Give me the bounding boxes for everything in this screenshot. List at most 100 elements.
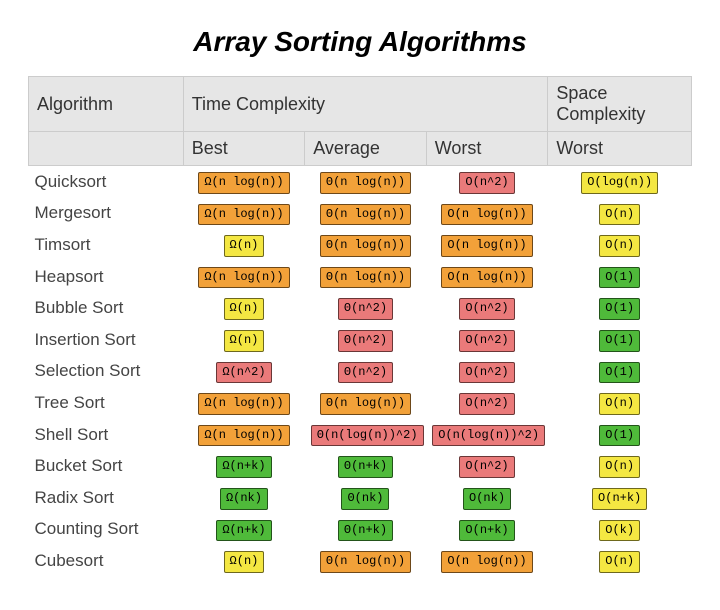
best-cell: Ω(n+k) [183,514,305,546]
avg-cell: Θ(n log(n)) [305,166,427,198]
col-header-average: Average [305,132,427,166]
complexity-chip: Θ(n(log(n))^2) [311,425,424,447]
algorithm-name: Radix Sort [29,482,184,514]
algorithm-name: Cubesort [29,545,184,577]
best-cell: Ω(n) [183,324,305,356]
worst-cell: O(n+k) [426,514,548,546]
complexity-chip: Ω(n) [224,235,265,257]
col-header-space-worst: Worst [548,132,692,166]
col-header-algorithm: Algorithm [29,77,184,132]
space-cell: O(1) [548,292,692,324]
complexity-chip: Θ(n log(n)) [320,204,411,226]
col-header-worst: Worst [426,132,548,166]
table-row: QuicksortΩ(n log(n))Θ(n log(n))O(n^2)O(l… [29,166,692,198]
algorithm-name: Insertion Sort [29,324,184,356]
algorithm-name: Bubble Sort [29,292,184,324]
best-cell: Ω(n) [183,292,305,324]
complexity-chip: Ω(n log(n)) [198,267,289,289]
complexity-table: Algorithm Time Complexity Space Complexi… [28,76,692,577]
table-row: Radix SortΩ(nk)Θ(nk)O(nk)O(n+k) [29,482,692,514]
space-cell: O(n+k) [548,482,692,514]
worst-cell: O(n log(n)) [426,545,548,577]
complexity-chip: Θ(n log(n)) [320,172,411,194]
best-cell: Ω(n log(n)) [183,419,305,451]
table-row: MergesortΩ(n log(n))Θ(n log(n))O(n log(n… [29,198,692,230]
avg-cell: Θ(n^2) [305,292,427,324]
complexity-chip: Θ(n^2) [338,362,393,384]
best-cell: Ω(n^2) [183,356,305,388]
table-row: Counting Sort Ω(n+k) Θ(n+k) O(n+k) O(k) [29,514,692,546]
complexity-chip: O(n) [599,551,640,573]
complexity-chip: O(log(n)) [581,172,658,194]
worst-cell: O(n log(n)) [426,198,548,230]
avg-cell: Θ(n log(n)) [305,387,427,419]
algorithm-name: Bucket Sort [29,450,184,482]
complexity-chip: O(n log(n)) [441,204,532,226]
complexity-chip: O(nk) [463,488,511,510]
algorithm-name: Tree Sort [29,387,184,419]
complexity-chip: O(n^2) [459,456,514,478]
complexity-chip: O(n^2) [459,298,514,320]
table-row: Heapsort Ω(n log(n)) Θ(n log(n)) O(n log(n)… [29,261,692,293]
table-row: Shell SortΩ(n log(n))Θ(n(log(n))^2)O(n(l… [29,419,692,451]
complexity-chip: O(n) [599,235,640,257]
col-header-space: Space Complexity [548,77,692,132]
col-header-best: Best [183,132,305,166]
complexity-chip: Θ(nk) [341,488,389,510]
best-cell: Ω(n log(n)) [183,166,305,198]
worst-cell: O(nk) [426,482,548,514]
worst-cell: O(n log(n)) [426,261,548,293]
space-cell: O(k) [548,514,692,546]
worst-cell: O(n(log(n))^2) [426,419,548,451]
complexity-chip: Ω(n log(n)) [198,425,289,447]
complexity-chip: O(n^2) [459,362,514,384]
space-cell: O(1) [548,419,692,451]
best-cell: Ω(n) [183,545,305,577]
space-cell: O(n) [548,387,692,419]
complexity-chip: O(n+k) [592,488,647,510]
complexity-chip: Ω(n log(n)) [198,172,289,194]
table-row: Bucket SortΩ(n+k)Θ(n+k)O(n^2)O(n) [29,450,692,482]
complexity-chip: O(n) [599,393,640,415]
worst-cell: O(n^2) [426,324,548,356]
avg-cell: Θ(n log(n)) [305,229,427,261]
table-row: Selection SortΩ(n^2) Θ(n^2) O(n^2) O(1) [29,356,692,388]
avg-cell: Θ(n(log(n))^2) [305,419,427,451]
complexity-chip: Ω(n) [224,330,265,352]
algorithm-name: Counting Sort [29,514,184,546]
page-title: Array Sorting Algorithms [28,26,692,58]
complexity-chip: O(n+k) [459,520,514,542]
complexity-chip: O(k) [599,520,640,542]
worst-cell: O(n^2) [426,450,548,482]
complexity-chip: O(n log(n)) [441,235,532,257]
space-cell: O(1) [548,356,692,388]
col-header-time: Time Complexity [183,77,548,132]
best-cell: Ω(n) [183,229,305,261]
algorithm-name: Selection Sort [29,356,184,388]
worst-cell: O(n^2) [426,292,548,324]
complexity-chip: Θ(n log(n)) [320,551,411,573]
complexity-chip: O(1) [599,330,640,352]
worst-cell: O(n log(n)) [426,229,548,261]
algorithm-name: Quicksort [29,166,184,198]
avg-cell: Θ(n+k) [305,514,427,546]
complexity-chip: Θ(n log(n)) [320,393,411,415]
complexity-chip: O(n log(n)) [441,267,532,289]
avg-cell: Θ(n log(n)) [305,198,427,230]
complexity-chip: O(1) [599,362,640,384]
complexity-chip: Θ(n log(n)) [320,267,411,289]
complexity-chip: O(n(log(n))^2) [432,425,545,447]
complexity-chip: Θ(n+k) [338,520,393,542]
avg-cell: Θ(n^2) [305,324,427,356]
space-cell: O(n) [548,198,692,230]
space-cell: O(n) [548,229,692,261]
table-row: Tree SortΩ(n log(n))Θ(n log(n))O(n^2)O(n… [29,387,692,419]
algorithm-name: Heapsort [29,261,184,293]
complexity-chip: Θ(n+k) [338,456,393,478]
worst-cell: O(n^2) [426,387,548,419]
complexity-chip: Θ(n^2) [338,330,393,352]
complexity-chip: Θ(n^2) [338,298,393,320]
complexity-chip: Ω(n) [224,298,265,320]
complexity-chip: Ω(n) [224,551,265,573]
complexity-chip: Ω(n+k) [216,520,271,542]
